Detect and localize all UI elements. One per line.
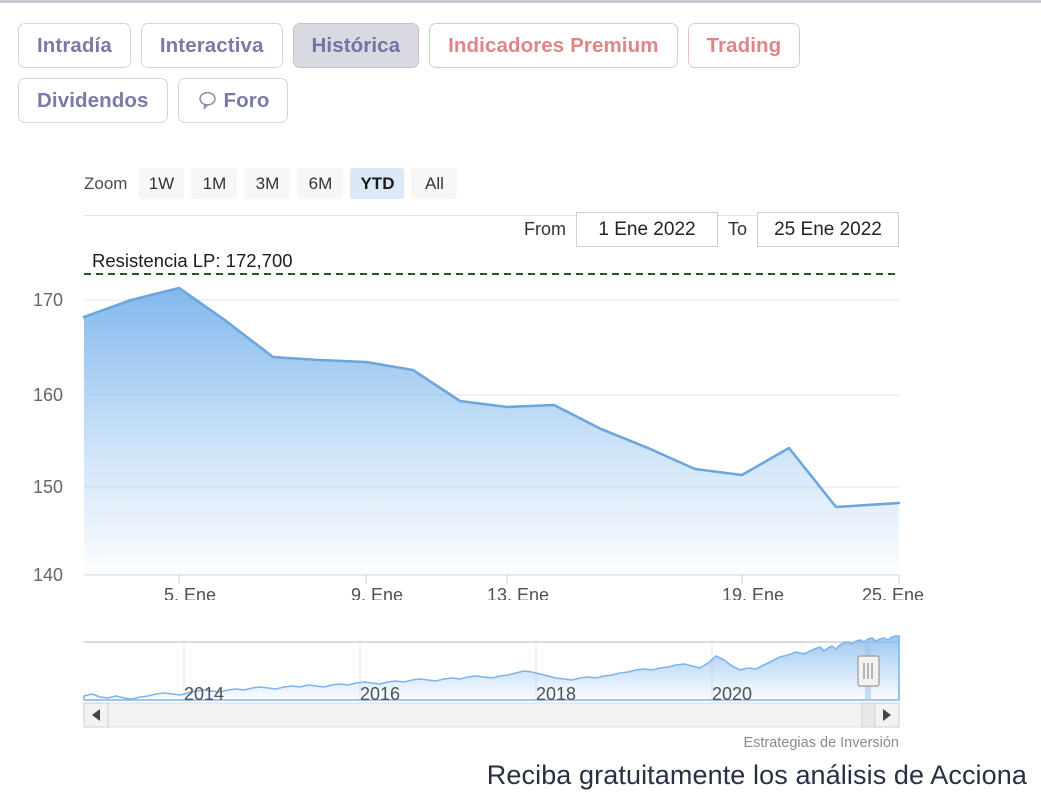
tab-dividendos[interactable]: Dividendos <box>18 78 168 123</box>
tab-trading[interactable]: Trading <box>687 23 801 68</box>
top-divider <box>0 0 1041 3</box>
speech-bubble-icon <box>197 90 218 111</box>
svg-text:160: 160 <box>33 385 63 405</box>
range-button-ytd[interactable]: YTD <box>350 168 405 199</box>
y-axis-labels: 170 160 150 140 <box>33 290 63 585</box>
x-tick-2: 13. Ene <box>487 585 549 600</box>
range-button-6m[interactable]: 6M <box>297 168 344 199</box>
range-selector: Zoom 1W 1M 3M 6M YTD All <box>84 168 458 199</box>
x-tick-3: 19. Ene <box>722 585 784 600</box>
newsletter-headline: Reciba gratuitamente los análisis de Acc… <box>486 760 1027 790</box>
chart-navigator[interactable]: 2014 2016 2018 2020 <box>0 630 1041 740</box>
svg-text:170: 170 <box>33 290 63 310</box>
tab-historica-label: Histórica <box>311 33 401 57</box>
tab-row-primary: Intradía Interactiva Histórica Indicador… <box>18 23 1018 68</box>
tab-trading-label: Trading <box>706 33 782 57</box>
from-label: From <box>523 219 566 239</box>
range-button-all[interactable]: All <box>411 168 458 199</box>
x-axis: 5. Ene 9. Ene 13. Ene 19. Ene 25. Ene <box>84 574 924 600</box>
tab-row-secondary: Dividendos Foro <box>18 78 1018 123</box>
tab-foro[interactable]: Foro <box>177 78 289 123</box>
tab-dividendos-label: Dividendos <box>37 88 149 112</box>
tab-foro-label: Foro <box>223 88 270 112</box>
tab-indicadores-premium[interactable]: Indicadores Premium <box>429 23 678 68</box>
tab-intradia-label: Intradía <box>37 33 112 57</box>
navigator-tick-2018: 2018 <box>536 684 576 704</box>
x-tick-0: 5. Ene <box>164 585 216 600</box>
main-plot[interactable]: 170 160 150 140 Resistencia LP: 172,700 <box>0 250 1041 600</box>
tab-interactiva[interactable]: Interactiva <box>140 23 283 68</box>
to-label: To <box>727 219 747 239</box>
navigator-tick-2020: 2020 <box>712 684 752 704</box>
range-button-1m[interactable]: 1M <box>191 168 238 199</box>
price-series <box>82 286 901 575</box>
tab-bar: Intradía Interactiva Histórica Indicador… <box>18 23 1018 133</box>
scrollbar-left-arrow[interactable] <box>83 702 109 728</box>
navigator-tick-2016: 2016 <box>360 684 400 704</box>
tab-interactiva-label: Interactiva <box>159 33 264 57</box>
scrollbar-right-arrow[interactable] <box>874 702 900 728</box>
chart-container: Zoom 1W 1M 3M 6M YTD All From 1 Ene 2022… <box>0 150 1041 751</box>
navigator-tick-2014: 2014 <box>184 684 224 704</box>
x-tick-4: 25. Ene <box>862 585 924 600</box>
zoom-label: Zoom <box>84 173 128 193</box>
navigator-svg: 2014 2016 2018 2020 <box>83 635 900 728</box>
stock-chart-page: Intradía Interactiva Histórica Indicador… <box>0 0 1041 809</box>
price-area <box>84 288 899 575</box>
main-plot-svg: 170 160 150 140 Resistencia LP: 172,700 <box>33 250 924 600</box>
resistance-annotation: Resistencia LP: 172,700 <box>84 250 899 275</box>
resistance-label: Resistencia LP: 172,700 <box>92 250 293 271</box>
navigator-scrollbar[interactable] <box>83 702 900 728</box>
chart-credit[interactable]: Estrategias de Inversión <box>743 735 899 751</box>
svg-text:140: 140 <box>33 565 63 585</box>
range-button-1w[interactable]: 1W <box>138 168 185 199</box>
to-date-input[interactable]: 25 Ene 2022 <box>757 212 899 247</box>
from-date-input[interactable]: 1 Ene 2022 <box>575 212 718 247</box>
x-tick-1: 9. Ene <box>351 585 403 600</box>
tab-intradia[interactable]: Intradía <box>18 23 131 68</box>
range-button-3m[interactable]: 3M <box>244 168 291 199</box>
tab-indicadores-premium-label: Indicadores Premium <box>448 33 659 57</box>
tab-historica[interactable]: Histórica <box>292 23 420 68</box>
svg-text:150: 150 <box>33 477 63 497</box>
date-range-inputs: From 1 Ene 2022 To 25 Ene 2022 <box>524 212 899 247</box>
